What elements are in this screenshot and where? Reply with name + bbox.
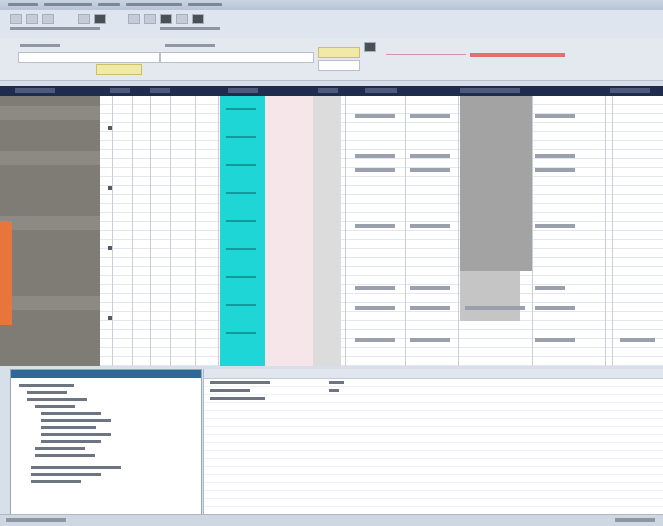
status-right xyxy=(615,518,655,522)
column-header[interactable] xyxy=(365,88,397,93)
row-marker[interactable] xyxy=(0,106,100,120)
application-window xyxy=(0,0,663,526)
save-button-icon[interactable] xyxy=(94,14,106,24)
status-bar xyxy=(0,514,663,526)
selected-column[interactable] xyxy=(220,96,265,366)
detail-label xyxy=(210,381,270,384)
row-marker[interactable] xyxy=(0,151,100,165)
open-button-icon[interactable] xyxy=(78,14,90,24)
grid-header xyxy=(0,86,663,96)
detail-label xyxy=(210,397,265,400)
shaded-block xyxy=(460,96,532,271)
print-button-icon[interactable] xyxy=(128,14,140,24)
tree-node[interactable] xyxy=(35,405,75,408)
toolbar-caption xyxy=(10,27,100,30)
filter-label xyxy=(165,44,215,47)
grid-column[interactable] xyxy=(313,96,341,366)
find-button-icon[interactable] xyxy=(144,14,156,24)
row-gutter[interactable] xyxy=(0,96,100,366)
column-header[interactable] xyxy=(460,88,520,93)
tree-panel xyxy=(10,369,202,516)
filter-field-highlighted[interactable] xyxy=(96,64,142,75)
column-header[interactable] xyxy=(150,88,170,93)
side-marker xyxy=(0,221,12,325)
back-button-icon[interactable] xyxy=(10,14,22,24)
filter-field-secondary[interactable] xyxy=(160,52,314,63)
detail-value xyxy=(329,389,339,392)
warning-icon xyxy=(364,42,376,52)
column-header[interactable] xyxy=(110,88,130,93)
status-left xyxy=(6,518,66,522)
toolbar xyxy=(0,10,663,39)
tree-node[interactable] xyxy=(31,473,101,476)
detail-label xyxy=(210,389,250,392)
data-grid[interactable] xyxy=(0,96,663,366)
divider xyxy=(386,54,466,55)
tree-node[interactable] xyxy=(41,440,101,443)
tree-panel-header xyxy=(11,370,201,378)
help-button-icon[interactable] xyxy=(192,14,204,24)
column-header[interactable] xyxy=(318,88,338,93)
tree-node[interactable] xyxy=(31,480,81,483)
forward-button-icon[interactable] xyxy=(26,14,38,24)
column-header[interactable] xyxy=(228,88,258,93)
detail-panel-header xyxy=(204,369,663,379)
column-header[interactable] xyxy=(610,88,650,93)
tree-node[interactable] xyxy=(27,391,67,394)
detail-rows xyxy=(204,379,663,514)
tree-node[interactable] xyxy=(41,433,111,436)
settings-button-icon[interactable] xyxy=(176,14,188,24)
tree-node[interactable] xyxy=(19,384,74,387)
shaded-block xyxy=(460,271,520,321)
error-message xyxy=(470,53,565,57)
tree-node[interactable] xyxy=(41,419,111,422)
refresh-button-icon[interactable] xyxy=(42,14,54,24)
row-marker[interactable] xyxy=(0,296,100,310)
filter-field-primary[interactable] xyxy=(18,52,160,63)
tree-node[interactable] xyxy=(41,426,96,429)
filter-field-highlighted[interactable] xyxy=(318,47,360,58)
window-title xyxy=(8,1,268,8)
detail-panel xyxy=(203,369,663,514)
detail-value xyxy=(329,381,344,384)
filter-button-icon[interactable] xyxy=(160,14,172,24)
tree-node[interactable] xyxy=(27,398,87,401)
filter-label xyxy=(20,44,60,47)
grid-column[interactable] xyxy=(265,96,313,366)
column-header[interactable] xyxy=(15,88,55,93)
toolbar-caption xyxy=(160,27,220,30)
filter-field-date[interactable] xyxy=(318,60,360,71)
tree-node[interactable] xyxy=(31,466,121,469)
tree-node[interactable] xyxy=(41,412,101,415)
row-marker[interactable] xyxy=(0,216,100,230)
filter-bar xyxy=(0,38,663,81)
tree-node[interactable] xyxy=(35,447,85,450)
title-bar xyxy=(0,0,663,10)
tree-node[interactable] xyxy=(35,454,95,457)
